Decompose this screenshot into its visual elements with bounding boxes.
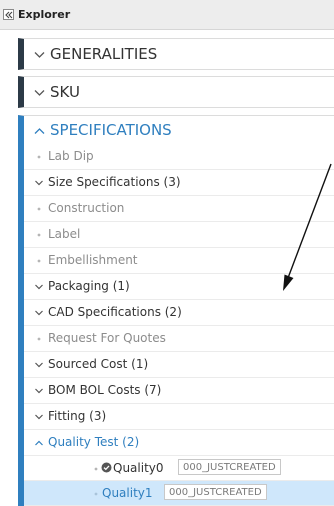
double-chevron-left-icon bbox=[5, 11, 13, 19]
section-specifications-header[interactable]: SPECIFICATIONS bbox=[34, 121, 172, 139]
tree-item-quality-test[interactable]: Quality Test (2) bbox=[24, 430, 334, 456]
quality-item-label: Quality1 bbox=[102, 486, 153, 500]
section-sku[interactable]: SKU bbox=[18, 76, 334, 108]
quality-item-label: Quality0 bbox=[113, 461, 164, 475]
tree-item-bom-bol-costs[interactable]: BOM BOL Costs (7) bbox=[24, 378, 334, 404]
chevron-up-icon bbox=[35, 440, 43, 446]
tree-item-label: Request For Quotes bbox=[48, 331, 166, 345]
collapse-explorer-button[interactable] bbox=[3, 9, 14, 20]
tree-item-size-specifications[interactable]: Size Specifications (3) bbox=[24, 170, 334, 196]
tree-item-label: Sourced Cost (1) bbox=[48, 357, 149, 371]
section-generalities-header[interactable]: GENERALITIES bbox=[34, 45, 157, 63]
tree-item-label: Label bbox=[48, 227, 81, 241]
tree-item-label: Fitting (3) bbox=[48, 409, 107, 423]
tree-item-lab-dip[interactable]: Lab Dip bbox=[24, 144, 334, 170]
chevron-down-icon bbox=[34, 51, 45, 58]
explorer-panel: Explorer GENERALITIES SKU SPECIFICATIONS… bbox=[0, 0, 334, 506]
bullet-icon bbox=[37, 207, 41, 211]
status-badge: 000_JUSTCREATED bbox=[164, 484, 267, 500]
chevron-up-icon bbox=[34, 127, 45, 134]
tree-item-label: Lab Dip bbox=[48, 149, 94, 163]
bullet-icon bbox=[37, 233, 41, 237]
tree-item-label: Construction bbox=[48, 201, 125, 215]
tree-item-packaging[interactable]: Packaging (1) bbox=[24, 274, 334, 300]
tree-item-label: Packaging (1) bbox=[48, 279, 130, 293]
tree-item-request-for-quotes[interactable]: Request For Quotes bbox=[24, 326, 334, 352]
chevron-down-icon bbox=[35, 310, 43, 316]
chevron-down-icon bbox=[35, 284, 43, 290]
chevron-down-icon bbox=[35, 388, 43, 394]
chevron-down-icon bbox=[35, 362, 43, 368]
chevron-down-icon bbox=[35, 180, 43, 186]
explorer-header: Explorer bbox=[0, 0, 334, 30]
tree-item-construction[interactable]: Construction bbox=[24, 196, 334, 222]
bullet-icon bbox=[37, 259, 41, 263]
tree-item-fitting[interactable]: Fitting (3) bbox=[24, 404, 334, 430]
tree-item-sourced-cost[interactable]: Sourced Cost (1) bbox=[24, 352, 334, 378]
tree-item-cad-specifications[interactable]: CAD Specifications (2) bbox=[24, 300, 334, 326]
tree-item-label-item[interactable]: Label bbox=[24, 222, 334, 248]
chevron-down-icon bbox=[34, 89, 45, 96]
tree-item-label: Quality Test (2) bbox=[48, 435, 140, 449]
explorer-title: Explorer bbox=[18, 8, 71, 21]
tree-item-label: BOM BOL Costs (7) bbox=[48, 383, 162, 397]
check-circle-icon bbox=[101, 462, 112, 473]
section-generalities-label: GENERALITIES bbox=[50, 45, 158, 63]
quality-item-0[interactable]: Quality0 000_JUSTCREATED bbox=[24, 456, 334, 481]
tree-item-embellishment[interactable]: Embellishment bbox=[24, 248, 334, 274]
section-sku-header[interactable]: SKU bbox=[34, 83, 80, 101]
section-specifications: SPECIFICATIONS Lab Dip Size Specificatio… bbox=[18, 115, 334, 506]
bullet-icon bbox=[94, 492, 98, 496]
section-sku-label: SKU bbox=[50, 83, 80, 101]
bullet-icon bbox=[37, 337, 41, 341]
specifications-tree: Lab Dip Size Specifications (3) Construc… bbox=[24, 144, 334, 506]
section-generalities[interactable]: GENERALITIES bbox=[18, 38, 334, 70]
status-badge: 000_JUSTCREATED bbox=[178, 459, 281, 475]
tree-item-label: Embellishment bbox=[48, 253, 138, 267]
tree-item-label: Size Specifications (3) bbox=[48, 175, 181, 189]
tree-item-label: CAD Specifications (2) bbox=[48, 305, 182, 319]
chevron-down-icon bbox=[35, 414, 43, 420]
bullet-icon bbox=[37, 155, 41, 159]
quality-item-1[interactable]: Quality1 000_JUSTCREATED bbox=[24, 481, 334, 506]
section-specifications-label: SPECIFICATIONS bbox=[50, 121, 172, 139]
